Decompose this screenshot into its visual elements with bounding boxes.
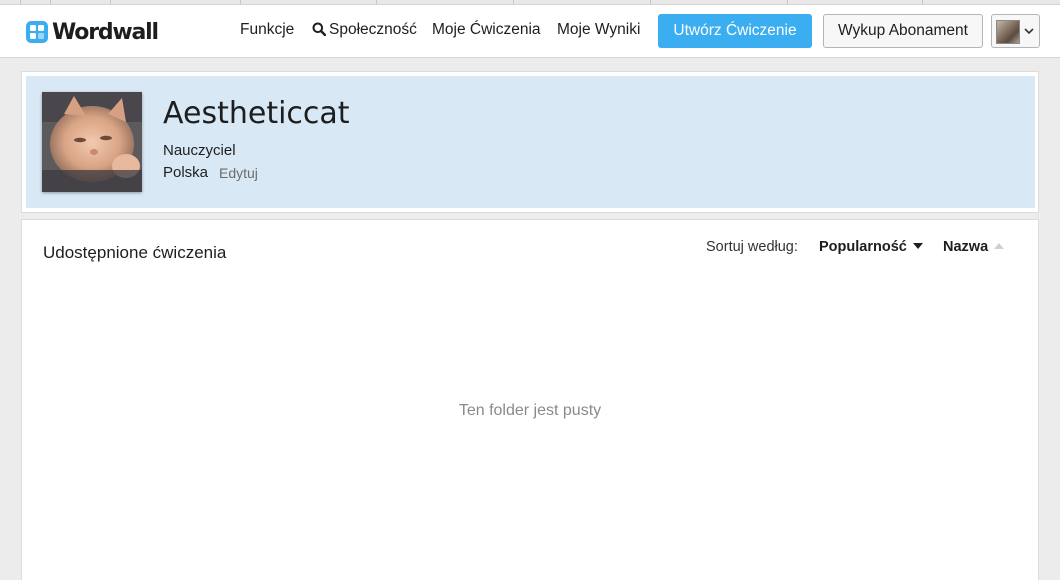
nav-my-results[interactable]: Moje Wyniki (557, 21, 640, 39)
nav-my-activities[interactable]: Moje Ćwiczenia (432, 21, 541, 39)
sort-by-popularity[interactable]: Popularność (819, 239, 923, 255)
edit-profile-link[interactable]: Edytuj (219, 165, 258, 181)
profile-role: Nauczyciel (163, 142, 236, 159)
subscribe-button[interactable]: Wykup Abonament (823, 14, 983, 48)
search-icon (312, 22, 326, 36)
user-avatar (996, 20, 1020, 44)
top-navigation-bar: Wordwall Funkcje Społeczność Moje Ćwicze… (0, 5, 1060, 58)
cat-photo-image (42, 92, 142, 192)
wordwall-logo-icon (26, 21, 48, 43)
nav-features[interactable]: Funkcje (240, 21, 294, 39)
profile-card: Aestheticcat Nauczyciel Polska Edytuj (21, 71, 1039, 213)
section-title: Udostępnione ćwiczenia (43, 243, 227, 262)
chevron-down-icon (1024, 28, 1034, 35)
shared-activities-panel: Udostępnione ćwiczenia Sortuj według: Po… (21, 219, 1039, 580)
empty-folder-message: Ten folder jest pusty (458, 402, 602, 419)
profile-photo (42, 92, 142, 192)
caret-up-icon (994, 243, 1005, 249)
nav-community-label: Społeczność (329, 21, 417, 38)
profile-username: Aestheticcat (163, 96, 350, 131)
logo-text: Wordwall (52, 19, 159, 45)
create-activity-button[interactable]: Utwórz Ćwiczenie (658, 14, 812, 48)
sort-label: Sortuj według: (706, 239, 798, 255)
account-menu-button[interactable] (991, 14, 1040, 48)
profile-header: Aestheticcat Nauczyciel Polska Edytuj (26, 76, 1035, 208)
sort-popularity-label: Popularność (819, 239, 907, 255)
profile-country: Polska (163, 164, 209, 181)
caret-down-icon (912, 243, 923, 249)
sort-name-label: Nazwa (943, 239, 989, 255)
wordwall-logo[interactable]: Wordwall (26, 19, 159, 45)
sort-by-name[interactable]: Nazwa (943, 239, 1005, 255)
nav-community[interactable]: Społeczność (312, 21, 417, 39)
